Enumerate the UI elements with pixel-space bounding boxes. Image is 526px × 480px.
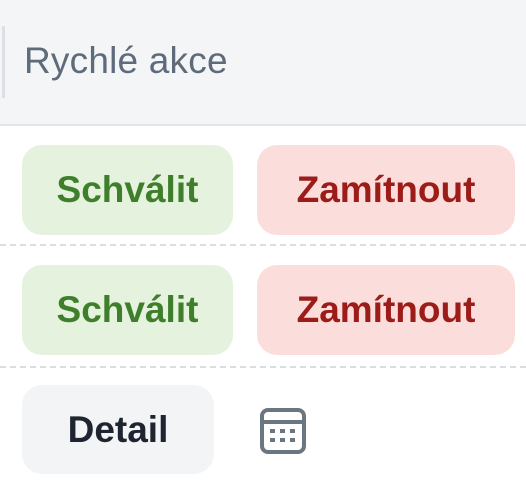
panel-title: Rychlé akce (24, 40, 228, 81)
detail-button[interactable]: Detail (22, 385, 214, 474)
action-row: Schválit Zamítnout (0, 248, 526, 368)
header-divider (2, 26, 5, 98)
calendar-icon[interactable] (258, 406, 308, 456)
panel-header: Rychlé akce (0, 0, 526, 126)
detail-row: Detail (0, 370, 526, 480)
action-row: Schválit Zamítnout (0, 126, 526, 246)
approve-button[interactable]: Schválit (22, 145, 233, 235)
reject-button[interactable]: Zamítnout (257, 265, 515, 355)
approve-button[interactable]: Schválit (22, 265, 233, 355)
quick-actions-panel: Rychlé akce Schválit Zamítnout Schválit … (0, 0, 526, 480)
reject-button[interactable]: Zamítnout (257, 145, 515, 235)
